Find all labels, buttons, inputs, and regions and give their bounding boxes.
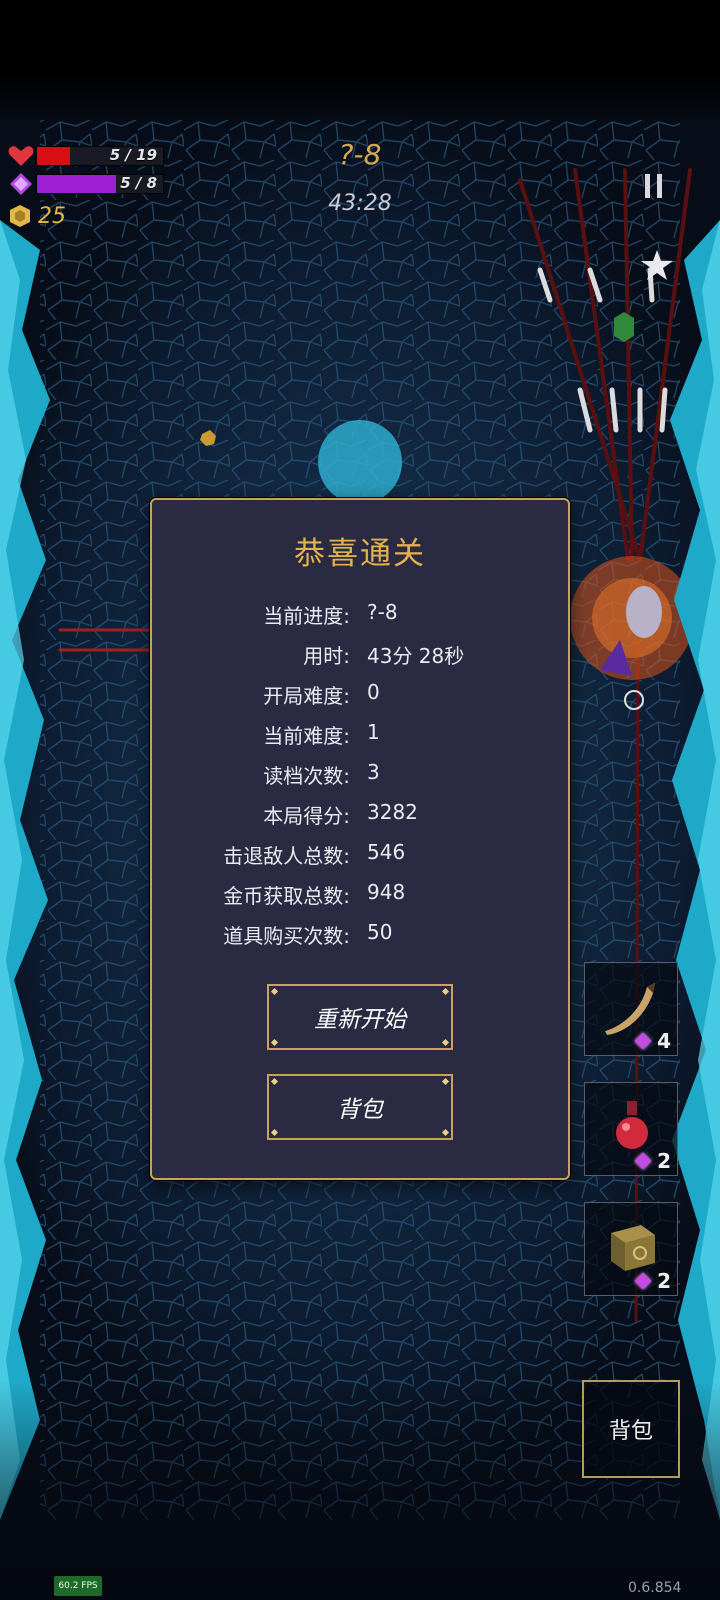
stat-row-progress: 当前进度: ?-8 (152, 600, 568, 630)
stat-label: 当前进度: (263, 604, 350, 628)
stat-row-current-difficulty: 当前难度: 1 (152, 720, 568, 750)
stat-row-start-difficulty: 开局难度: 0 (152, 680, 568, 710)
stat-value: 3 (367, 760, 380, 784)
pause-icon (645, 174, 662, 198)
timer-label: 43:28 (328, 191, 392, 216)
corner-ornament (441, 987, 450, 996)
stat-label: 金币获取总数: (223, 884, 350, 908)
item-count: 2 (657, 1269, 671, 1293)
side-bag-button[interactable]: 背包 (582, 1380, 680, 1478)
item-count: 4 (657, 1029, 671, 1053)
stat-value: 43分 28秒 (367, 644, 465, 668)
version-label: 0.6.854 (628, 1580, 682, 1596)
crystal-wall-right (670, 220, 720, 1520)
stat-row-enemies: 击退敌人总数: 546 (152, 840, 568, 870)
stat-value: 3282 (367, 800, 418, 824)
item-slot-potion[interactable]: 2 (584, 1082, 678, 1176)
bag-button[interactable]: 背包 (267, 1074, 453, 1140)
gem-icon (634, 1032, 652, 1050)
fps-counter: 60.2 FPS (54, 1576, 102, 1596)
item-count: 2 (657, 1149, 671, 1173)
crystal-wall-left (0, 220, 50, 1520)
stat-row-time: 用时: 43分 28秒 (152, 640, 568, 670)
gem-icon (634, 1152, 652, 1170)
stat-label: 道具购买次数: (223, 924, 350, 948)
stat-value: 0 (367, 680, 380, 704)
stat-label: 开局难度: (263, 684, 350, 708)
stat-row-purchases: 道具购买次数: 50 (152, 920, 568, 950)
corner-ornament (270, 987, 279, 996)
corner-ornament (270, 1038, 279, 1047)
stat-row-score: 本局得分: 3282 (152, 800, 568, 830)
corner-ornament (441, 1077, 450, 1086)
stat-label: 当前难度: (263, 724, 350, 748)
stat-label: 用时: (303, 644, 350, 668)
corner-ornament (270, 1128, 279, 1137)
corner-ornament (270, 1077, 279, 1086)
restart-button-label: 重新开始 (314, 1007, 406, 1033)
item-slot-rune-box[interactable]: 2 (584, 1202, 678, 1296)
gem-icon (634, 1272, 652, 1290)
level-complete-dialog: 恭喜通关 当前进度: ?-8 用时: 43分 28秒 开局难度: 0 当前难度:… (150, 498, 570, 1180)
side-bag-label: 背包 (608, 1419, 653, 1444)
stat-value: 546 (367, 840, 406, 864)
stat-row-gold-total: 金币获取总数: 948 (152, 880, 568, 910)
horn-icon (605, 983, 655, 1035)
stat-value: 948 (367, 880, 406, 904)
star-button[interactable] (640, 248, 674, 282)
stat-value: 50 (367, 920, 393, 944)
stat-value: 1 (367, 720, 380, 744)
pause-button[interactable] (636, 168, 672, 204)
rune-box-icon (611, 1225, 655, 1271)
corner-ornament (441, 1038, 450, 1047)
item-slot-horn[interactable]: 4 (584, 962, 678, 1056)
restart-button[interactable]: 重新开始 (267, 984, 453, 1050)
stat-label: 本局得分: (263, 804, 350, 828)
corner-ornament (441, 1128, 450, 1137)
star-icon (641, 250, 673, 280)
stat-label: 击退敌人总数: (223, 844, 350, 868)
bag-button-label: 背包 (337, 1097, 383, 1123)
mana-text: 5 / 8 (120, 174, 157, 192)
stat-row-load-count: 读档次数: 3 (152, 760, 568, 790)
potion-icon (616, 1101, 648, 1149)
dialog-title: 恭喜通关 (294, 536, 426, 572)
stat-value: ?-8 (367, 600, 398, 624)
stage-label: ?-8 (338, 138, 382, 171)
stat-label: 读档次数: (263, 764, 350, 788)
